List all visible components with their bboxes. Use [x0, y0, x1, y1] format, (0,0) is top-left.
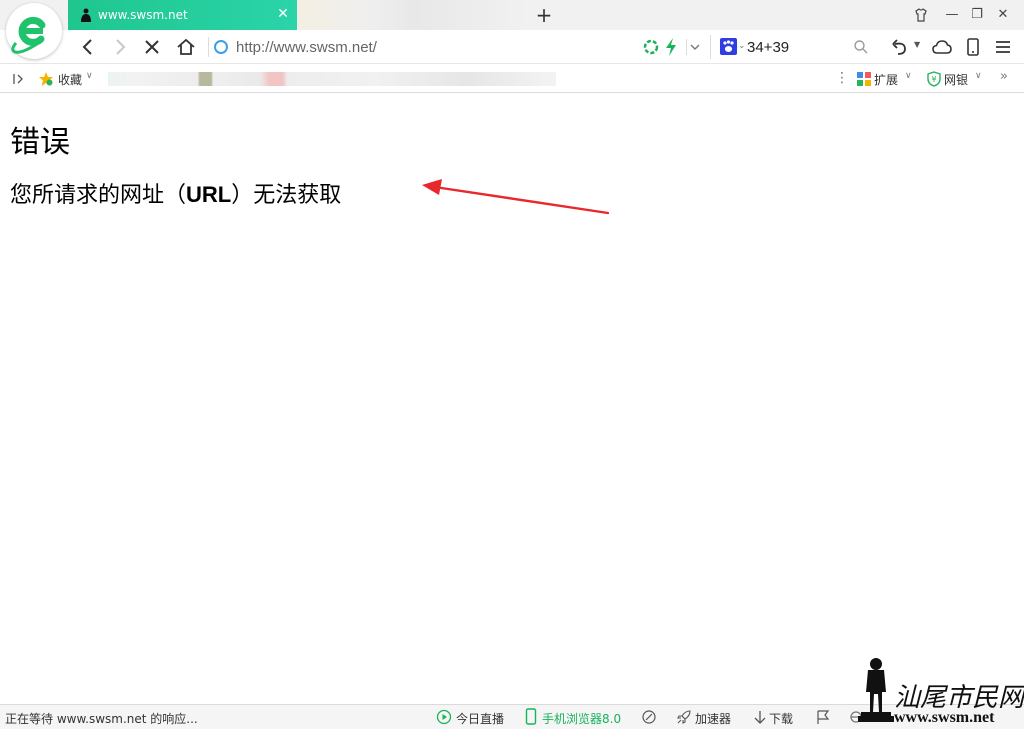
extensions-button[interactable]: 扩展 ∨ [855, 68, 917, 90]
error-message-url: URL [186, 182, 232, 207]
undo-close-tab-icon[interactable] [889, 36, 911, 58]
restore-button[interactable]: ❐ [968, 6, 986, 24]
page-loading-icon [214, 40, 228, 54]
baidu-paw-icon[interactable] [720, 38, 737, 55]
netbank-button[interactable]: ¥ 网银 ∨ [925, 68, 987, 90]
address-input[interactable] [236, 36, 616, 58]
new-tab-button[interactable]: + [534, 4, 554, 26]
home-icon[interactable] [175, 36, 197, 58]
menu-icon[interactable] [992, 36, 1014, 58]
browser-logo[interactable] [6, 3, 62, 59]
accelerator-label: 加速器 [695, 712, 732, 726]
phone-icon[interactable] [962, 36, 984, 58]
netbank-shield-icon: ¥ [927, 71, 941, 87]
browser-e-icon [11, 16, 46, 54]
extensions-icon [857, 72, 871, 86]
svg-text:¥: ¥ [931, 75, 936, 84]
tab-close-icon[interactable]: ✕ [275, 6, 291, 22]
close-window-button[interactable]: ✕ [994, 6, 1012, 24]
error-message-part1: 您所请求的网址（ [10, 183, 187, 208]
play-icon [436, 709, 452, 725]
netbank-chevron-icon: ∨ [975, 71, 982, 81]
flag-icon[interactable] [816, 709, 830, 725]
more-dots-icon[interactable]: ⋮ [835, 70, 849, 86]
bookmarks-overflow-icon[interactable]: » [1000, 69, 1008, 84]
search-icon[interactable] [853, 39, 869, 55]
minimize-button[interactable]: — [943, 6, 961, 24]
back-icon[interactable] [77, 36, 99, 58]
skin-icon[interactable] [912, 6, 930, 24]
extensions-label: 扩展 [874, 73, 899, 87]
tab-title: www.swsm.net [98, 8, 188, 22]
svg-text:www.swsm.net: www.swsm.net [894, 709, 995, 726]
engine-dropdown-icon[interactable]: ⌄ [738, 41, 746, 51]
search-input[interactable] [747, 37, 847, 57]
mobile-browser-label: 手机浏览器8.0 [542, 712, 622, 726]
address-separator [208, 37, 209, 57]
favorites-label: 收藏 [58, 73, 83, 87]
security-icon[interactable] [641, 37, 661, 57]
page-heading: 错误 [10, 125, 70, 160]
speed-mode-icon[interactable] [663, 37, 679, 57]
netbank-label: 网银 [944, 73, 969, 87]
dropdown-chevron-icon[interactable] [686, 39, 704, 55]
rocket-icon [677, 710, 691, 724]
annotation-arrow [422, 179, 610, 215]
cloud-sync-icon[interactable] [931, 36, 953, 58]
extensions-chevron-icon: ∨ [905, 71, 912, 81]
watermark-logo: 汕尾市民网 www.swsm.net [858, 658, 1024, 726]
stop-icon[interactable] [141, 36, 163, 58]
bookmark-items-blurred[interactable] [108, 72, 556, 86]
compat-mode-icon[interactable] [641, 709, 657, 725]
favorites-chevron-icon: ∨ [86, 71, 93, 81]
download-icon [754, 711, 766, 724]
forward-icon[interactable] [109, 36, 131, 58]
star-icon [39, 72, 53, 86]
status-text: 正在等待 www.swsm.net 的响应... [5, 712, 198, 726]
live-label: 今日直播 [456, 712, 505, 726]
title-bar: www.swsm.net ✕ + — ❐ ✕ [0, 0, 1024, 30]
error-message-part2: ）无法获取 [231, 183, 342, 208]
download-label: 下载 [769, 712, 794, 726]
tab-active[interactable]: www.swsm.net ✕ [68, 0, 297, 30]
undo-dropdown-icon[interactable]: ▼ [914, 40, 920, 49]
tab-blurred[interactable] [298, 0, 528, 30]
error-message: 您所请求的网址（URL）无法获取 [10, 177, 341, 209]
navigation-bar: ⌄ ▼ [0, 30, 1024, 64]
site-favicon-icon [81, 8, 91, 22]
search-box[interactable]: ⌄ [710, 35, 875, 59]
favorites-button[interactable]: 收藏 ∨ [36, 68, 98, 90]
bookmarks-bar: 收藏 ∨ ⋮ 扩展 ∨ ¥ 网银 ∨ » [0, 64, 1024, 93]
mobile-icon [525, 708, 537, 725]
site-watermark: 汕尾市民网 www.swsm.net [858, 654, 1024, 729]
sidebar-toggle-icon[interactable] [12, 72, 26, 86]
